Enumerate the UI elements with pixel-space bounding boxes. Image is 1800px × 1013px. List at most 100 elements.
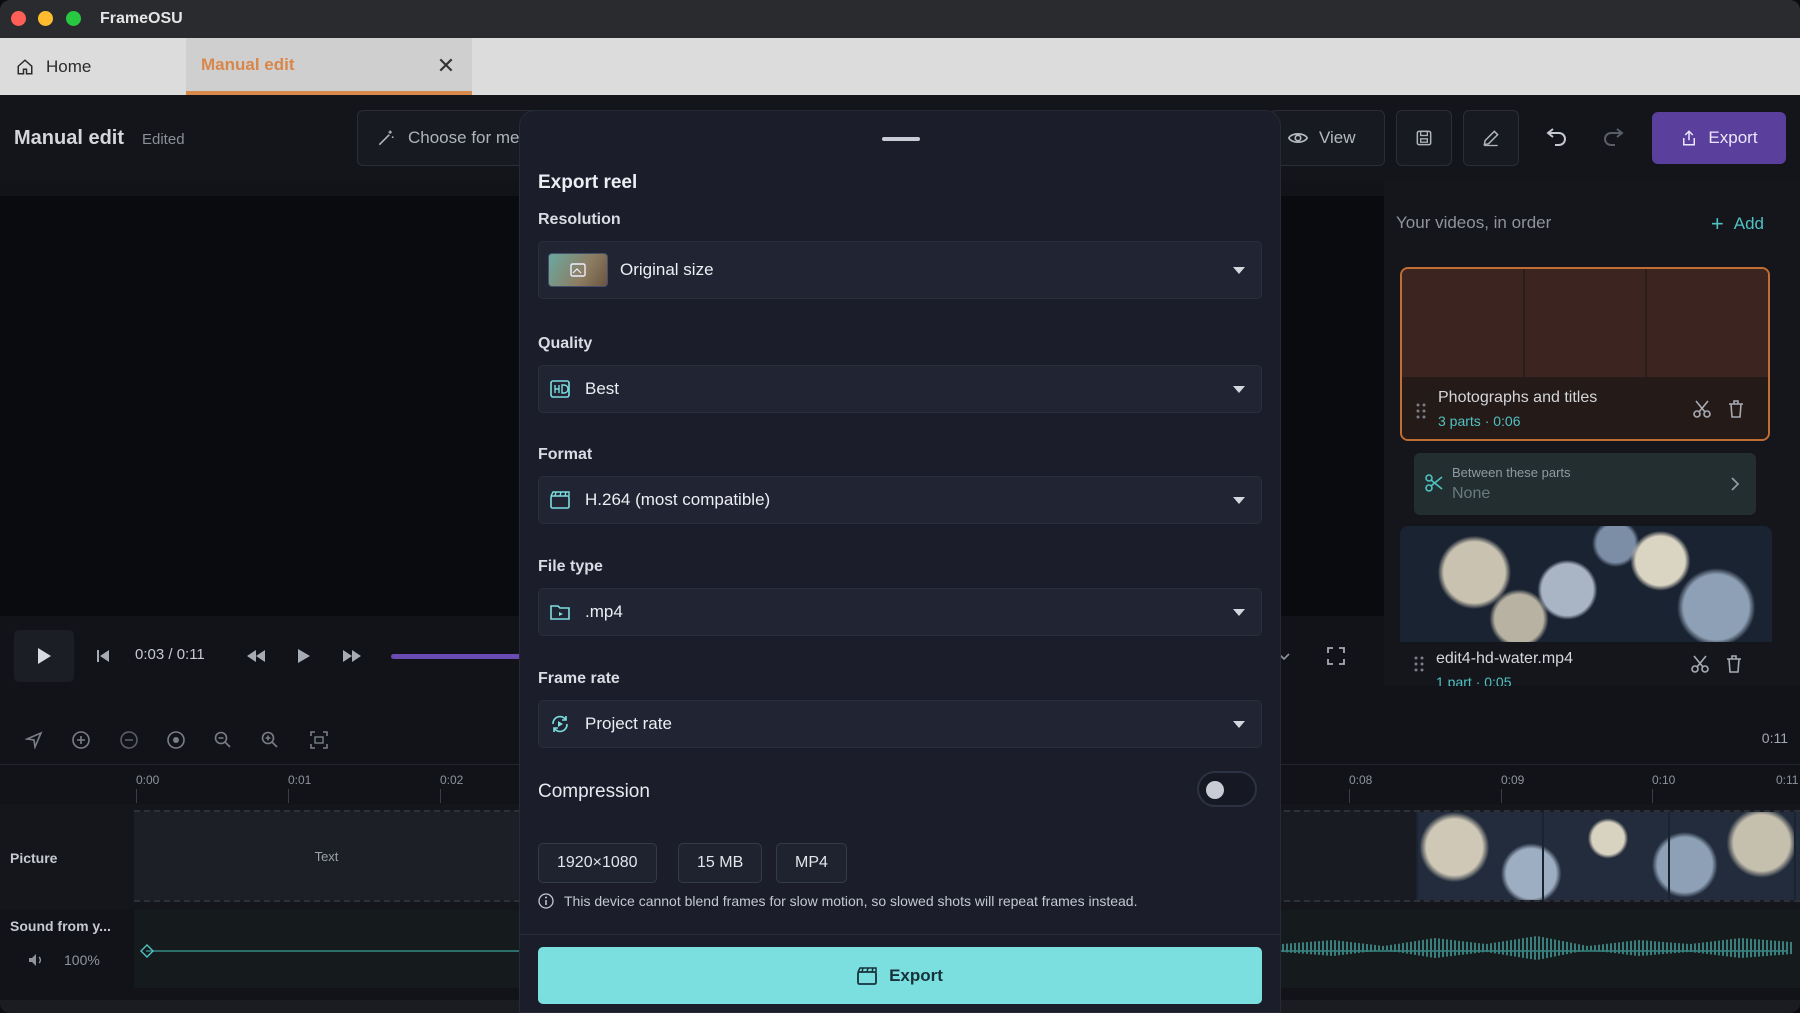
- save-icon: [1416, 130, 1432, 146]
- resolution-value: Original size: [620, 260, 714, 279]
- drag-handle-icon[interactable]: [1414, 656, 1424, 672]
- plus-icon: +: [1710, 211, 1724, 236]
- keyframe-diamond-icon[interactable]: [140, 944, 154, 958]
- trash-icon[interactable]: [1724, 654, 1744, 674]
- format-value: H.264 (most compatible): [585, 490, 771, 509]
- ruler-line: [288, 789, 289, 803]
- scissors-transition-icon: [1425, 474, 1443, 492]
- rewind-button[interactable]: [243, 643, 269, 669]
- note-text: This device cannot blend frames for slow…: [564, 893, 1138, 909]
- close-tab-icon[interactable]: ✕: [436, 55, 456, 77]
- dialog-title: Export reel: [538, 172, 638, 193]
- volume-value: 100%: [64, 952, 100, 968]
- video-thumbnail: [1400, 526, 1772, 642]
- ruler-tick: 0:11: [1776, 773, 1799, 787]
- sheet-drag-handle[interactable]: [882, 137, 920, 141]
- video-clip-filmstrip[interactable]: [1416, 812, 1800, 900]
- divider: [520, 934, 1280, 935]
- transition-label: Between these parts: [1452, 465, 1571, 480]
- ruler-tick: 0:09: [1501, 773, 1525, 787]
- choose-for-me-button[interactable]: Choose for me: [357, 110, 537, 166]
- video-card-photographs[interactable]: Photographs and titles 3 parts · 0:06: [1400, 267, 1770, 441]
- ruler-line: [1652, 789, 1653, 803]
- video-meta: 3 parts · 0:06: [1438, 413, 1521, 429]
- trash-icon[interactable]: [1726, 399, 1746, 419]
- compression-toggle[interactable]: [1197, 771, 1257, 807]
- file-type-dropdown[interactable]: .mp4: [538, 588, 1262, 636]
- ruler-line: [440, 789, 441, 803]
- resolution-dropdown[interactable]: Original size: [538, 241, 1262, 299]
- fit-timeline-icon[interactable]: [307, 728, 331, 752]
- add-circle-icon[interactable]: [69, 728, 93, 752]
- play-button[interactable]: [14, 630, 74, 682]
- chevron-down-icon: [1233, 721, 1245, 728]
- resolution-label: Resolution: [538, 211, 621, 228]
- close-window-button[interactable]: [11, 11, 26, 26]
- redo-button[interactable]: [1599, 123, 1629, 153]
- summary-container-chip: MP4: [776, 843, 847, 883]
- fullscreen-icon: [1327, 647, 1345, 665]
- compression-label: Compression: [538, 781, 650, 802]
- picture-track-label: Picture: [10, 850, 58, 866]
- frame-rate-label: Frame rate: [538, 670, 620, 687]
- scissors-icon[interactable]: [1692, 399, 1712, 419]
- ruler-tick: 0:02: [440, 773, 464, 787]
- frame-rate-dropdown[interactable]: Project rate: [538, 700, 1262, 748]
- clapperboard-icon: [549, 489, 571, 511]
- text-clip[interactable]: Text: [134, 812, 519, 900]
- video-card-water[interactable]: edit4-hd-water.mp4 1 part · 0:05: [1400, 526, 1772, 686]
- frame-rate-value: Project rate: [585, 714, 672, 733]
- fast-forward-button[interactable]: [339, 643, 365, 669]
- minimize-window-button[interactable]: [38, 11, 53, 26]
- videos-panel-title: Your videos, in order: [1396, 213, 1552, 232]
- tab-home[interactable]: Home: [0, 38, 186, 95]
- add-video-button[interactable]: + Add: [1711, 211, 1764, 237]
- undo-button[interactable]: [1541, 123, 1571, 153]
- export-toolbar-label: Export: [1708, 128, 1758, 147]
- video-card-info: Photographs and titles 3 parts · 0:06: [1402, 377, 1768, 439]
- play-small-icon: [298, 649, 310, 663]
- ruler-line: [136, 789, 137, 803]
- transition-selector[interactable]: Between these parts None: [1414, 453, 1756, 515]
- ruler-tick: 0:00: [136, 773, 160, 787]
- ruler-tick: 0:10: [1652, 773, 1676, 787]
- export-toolbar-button[interactable]: Export: [1652, 112, 1786, 164]
- zoom-in-icon[interactable]: [258, 728, 282, 752]
- skip-back-icon: [97, 650, 109, 662]
- toggle-knob: [1206, 781, 1224, 799]
- speaker-icon: [29, 954, 41, 966]
- format-label: Format: [538, 446, 593, 463]
- drag-handle-icon[interactable]: [1416, 403, 1426, 419]
- video-thumbnails: [1402, 269, 1768, 381]
- tab-manual-edit[interactable]: Manual edit ✕: [186, 38, 472, 95]
- page-title: Manual edit: [14, 127, 125, 149]
- export-button[interactable]: Export: [538, 947, 1262, 1004]
- edit-button[interactable]: [1463, 110, 1519, 166]
- fullscreen-button[interactable]: [1323, 643, 1349, 669]
- play-small-button[interactable]: [291, 643, 317, 669]
- app-window: FrameOSU Home Manual edit ✕ Manual edit …: [0, 0, 1800, 1013]
- zoom-out-icon[interactable]: [211, 728, 235, 752]
- fast-forward-icon: [343, 650, 361, 662]
- pointer-icon[interactable]: [22, 728, 46, 752]
- refresh-icon: [549, 713, 571, 735]
- save-button[interactable]: [1396, 110, 1452, 166]
- video-meta: 1 part · 0:05: [1436, 674, 1512, 686]
- remove-circle-icon[interactable]: [117, 728, 141, 752]
- volume-control[interactable]: 100%: [28, 952, 100, 968]
- skip-to-start-button[interactable]: [90, 643, 116, 669]
- summary-resolution-chip: 1920×1080: [538, 843, 657, 883]
- quality-dropdown[interactable]: Best: [538, 365, 1262, 413]
- chevron-right-icon: [1731, 477, 1740, 491]
- home-icon: [17, 58, 33, 74]
- video-name: edit4-hd-water.mp4: [1436, 650, 1573, 667]
- view-button[interactable]: View: [1270, 110, 1385, 166]
- tab-bar: Home Manual edit ✕: [0, 38, 1800, 95]
- zoom-window-button[interactable]: [66, 11, 81, 26]
- chevron-down-icon: [1233, 609, 1245, 616]
- file-type-label: File type: [538, 558, 603, 575]
- hd-icon: [549, 378, 571, 400]
- target-icon[interactable]: [164, 728, 188, 752]
- format-dropdown[interactable]: H.264 (most compatible): [538, 476, 1262, 524]
- scissors-icon[interactable]: [1690, 654, 1710, 674]
